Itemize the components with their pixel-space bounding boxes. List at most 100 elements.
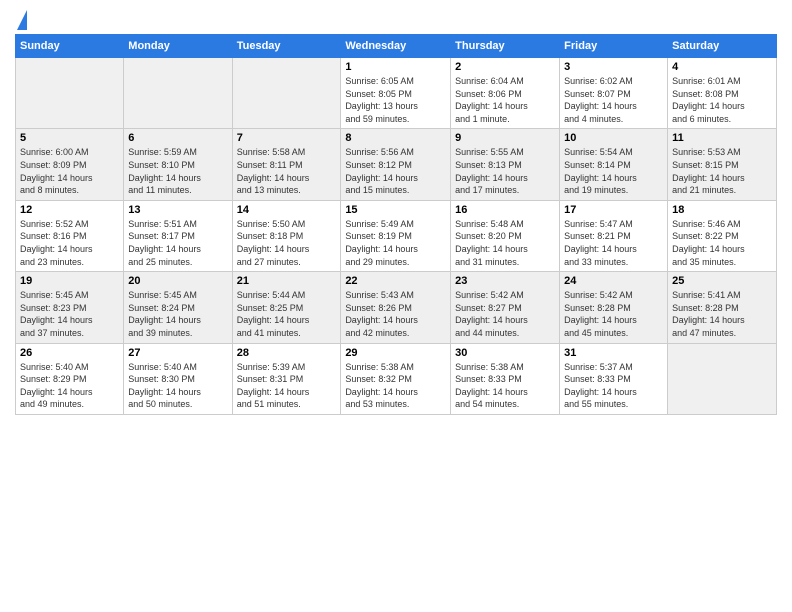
day-number: 18 xyxy=(672,204,772,216)
day-info: Sunrise: 5:38 AM Sunset: 8:33 PM Dayligh… xyxy=(455,361,555,411)
calendar-cell xyxy=(232,58,341,129)
calendar-cell: 4Sunrise: 6:01 AM Sunset: 8:08 PM Daylig… xyxy=(668,58,777,129)
calendar-cell: 25 Sunrise: 5:41 AM Sunset: 8:28 PM Dayli… xyxy=(668,272,777,343)
day-info: Sunrise: 5:40 AM Sunset: 8:29 PM Dayligh… xyxy=(20,361,119,411)
day-number: 25 xyxy=(672,275,772,287)
calendar-cell: 20 Sunrise: 5:45 AM Sunset: 8:24 PM Dayli… xyxy=(124,272,232,343)
calendar-cell: 26 Sunrise: 5:40 AM Sunset: 8:29 PM Dayli… xyxy=(16,343,124,414)
day-number: 28 xyxy=(237,347,337,359)
col-thursday: Thursday xyxy=(451,35,560,58)
col-monday: Monday xyxy=(124,35,232,58)
day-number: 4 xyxy=(672,61,772,73)
day-number: 12 xyxy=(20,204,119,216)
day-info: Sunrise: 5:59 AM Sunset: 8:10 PM Dayligh… xyxy=(128,146,227,196)
calendar-cell: 6 Sunrise: 5:59 AM Sunset: 8:10 PM Daylig… xyxy=(124,129,232,200)
day-info: Sunrise: 5:47 AM Sunset: 8:21 PM Dayligh… xyxy=(564,218,663,268)
calendar-cell: 3Sunrise: 6:02 AM Sunset: 8:07 PM Daylig… xyxy=(560,58,668,129)
day-number: 17 xyxy=(564,204,663,216)
calendar-cell: 1 Sunrise: 6:05 AM Sunset: 8:05 PM Daylig… xyxy=(341,58,451,129)
calendar-cell xyxy=(668,343,777,414)
day-info: Sunrise: 5:42 AM Sunset: 8:27 PM Dayligh… xyxy=(455,289,555,339)
day-number: 2 xyxy=(455,61,555,73)
calendar-cell: 22Sunrise: 5:43 AM Sunset: 8:26 PM Dayli… xyxy=(341,272,451,343)
day-info: Sunrise: 5:38 AM Sunset: 8:32 PM Dayligh… xyxy=(345,361,446,411)
calendar-cell: 19 Sunrise: 5:45 AM Sunset: 8:23 PM Dayli… xyxy=(16,272,124,343)
day-number: 24 xyxy=(564,275,663,287)
day-number: 1 xyxy=(345,61,446,73)
logo xyxy=(15,10,27,26)
day-number: 31 xyxy=(564,347,663,359)
day-number: 15 xyxy=(345,204,446,216)
calendar-cell: 13 Sunrise: 5:51 AM Sunset: 8:17 PM Dayli… xyxy=(124,200,232,271)
day-number: 19 xyxy=(20,275,119,287)
day-info: Sunrise: 5:55 AM Sunset: 8:13 PM Dayligh… xyxy=(455,146,555,196)
day-number: 8 xyxy=(345,132,446,144)
calendar-cell: 9 Sunrise: 5:55 AM Sunset: 8:13 PM Daylig… xyxy=(451,129,560,200)
calendar-header-row: Sunday Monday Tuesday Wednesday Thursday… xyxy=(16,35,777,58)
day-info: Sunrise: 5:42 AM Sunset: 8:28 PM Dayligh… xyxy=(564,289,663,339)
day-number: 9 xyxy=(455,132,555,144)
day-number: 14 xyxy=(237,204,337,216)
col-friday: Friday xyxy=(560,35,668,58)
calendar-cell xyxy=(16,58,124,129)
day-number: 21 xyxy=(237,275,337,287)
day-info: Sunrise: 5:39 AM Sunset: 8:31 PM Dayligh… xyxy=(237,361,337,411)
day-number: 27 xyxy=(128,347,227,359)
day-info: Sunrise: 6:05 AM Sunset: 8:05 PM Dayligh… xyxy=(345,75,446,125)
day-info: Sunrise: 5:45 AM Sunset: 8:23 PM Dayligh… xyxy=(20,289,119,339)
calendar-cell: 21Sunrise: 5:44 AM Sunset: 8:25 PM Dayli… xyxy=(232,272,341,343)
page-container: Sunday Monday Tuesday Wednesday Thursday… xyxy=(0,0,792,425)
calendar-cell: 12Sunrise: 5:52 AM Sunset: 8:16 PM Dayli… xyxy=(16,200,124,271)
calendar-cell: 10 Sunrise: 5:54 AM Sunset: 8:14 PM Dayli… xyxy=(560,129,668,200)
day-number: 20 xyxy=(128,275,227,287)
calendar-week-2: 5 Sunrise: 6:00 AM Sunset: 8:09 PM Daylig… xyxy=(16,129,777,200)
calendar-cell: 31 Sunrise: 5:37 AM Sunset: 8:33 PM Dayli… xyxy=(560,343,668,414)
day-info: Sunrise: 6:00 AM Sunset: 8:09 PM Dayligh… xyxy=(20,146,119,196)
day-info: Sunrise: 5:49 AM Sunset: 8:19 PM Dayligh… xyxy=(345,218,446,268)
day-number: 30 xyxy=(455,347,555,359)
calendar-cell: 17 Sunrise: 5:47 AM Sunset: 8:21 PM Dayli… xyxy=(560,200,668,271)
day-info: Sunrise: 6:02 AM Sunset: 8:07 PM Dayligh… xyxy=(564,75,663,125)
calendar-week-3: 12Sunrise: 5:52 AM Sunset: 8:16 PM Dayli… xyxy=(16,200,777,271)
logo-triangle-icon xyxy=(17,10,27,30)
day-number: 7 xyxy=(237,132,337,144)
day-info: Sunrise: 5:46 AM Sunset: 8:22 PM Dayligh… xyxy=(672,218,772,268)
calendar-cell: 27 Sunrise: 5:40 AM Sunset: 8:30 PM Dayli… xyxy=(124,343,232,414)
calendar-week-4: 19 Sunrise: 5:45 AM Sunset: 8:23 PM Dayli… xyxy=(16,272,777,343)
day-number: 13 xyxy=(128,204,227,216)
day-info: Sunrise: 6:04 AM Sunset: 8:06 PM Dayligh… xyxy=(455,75,555,125)
day-info: Sunrise: 5:41 AM Sunset: 8:28 PM Dayligh… xyxy=(672,289,772,339)
col-tuesday: Tuesday xyxy=(232,35,341,58)
calendar-week-1: 1 Sunrise: 6:05 AM Sunset: 8:05 PM Daylig… xyxy=(16,58,777,129)
day-info: Sunrise: 5:45 AM Sunset: 8:24 PM Dayligh… xyxy=(128,289,227,339)
day-info: Sunrise: 5:56 AM Sunset: 8:12 PM Dayligh… xyxy=(345,146,446,196)
calendar-table: Sunday Monday Tuesday Wednesday Thursday… xyxy=(15,34,777,415)
day-number: 5 xyxy=(20,132,119,144)
day-info: Sunrise: 5:50 AM Sunset: 8:18 PM Dayligh… xyxy=(237,218,337,268)
day-info: Sunrise: 5:40 AM Sunset: 8:30 PM Dayligh… xyxy=(128,361,227,411)
day-number: 16 xyxy=(455,204,555,216)
calendar-cell xyxy=(124,58,232,129)
day-number: 29 xyxy=(345,347,446,359)
calendar-cell: 28 Sunrise: 5:39 AM Sunset: 8:31 PM Dayli… xyxy=(232,343,341,414)
day-number: 26 xyxy=(20,347,119,359)
calendar-cell: 18 Sunrise: 5:46 AM Sunset: 8:22 PM Dayli… xyxy=(668,200,777,271)
day-info: Sunrise: 5:37 AM Sunset: 8:33 PM Dayligh… xyxy=(564,361,663,411)
col-wednesday: Wednesday xyxy=(341,35,451,58)
header xyxy=(15,10,777,26)
day-number: 6 xyxy=(128,132,227,144)
day-number: 23 xyxy=(455,275,555,287)
calendar-cell: 8 Sunrise: 5:56 AM Sunset: 8:12 PM Daylig… xyxy=(341,129,451,200)
calendar-cell: 15 Sunrise: 5:49 AM Sunset: 8:19 PM Dayli… xyxy=(341,200,451,271)
day-number: 11 xyxy=(672,132,772,144)
col-saturday: Saturday xyxy=(668,35,777,58)
day-info: Sunrise: 5:51 AM Sunset: 8:17 PM Dayligh… xyxy=(128,218,227,268)
calendar-cell: 23 Sunrise: 5:42 AM Sunset: 8:27 PM Dayli… xyxy=(451,272,560,343)
day-number: 10 xyxy=(564,132,663,144)
calendar-cell: 24 Sunrise: 5:42 AM Sunset: 8:28 PM Dayli… xyxy=(560,272,668,343)
day-info: Sunrise: 5:58 AM Sunset: 8:11 PM Dayligh… xyxy=(237,146,337,196)
day-info: Sunrise: 5:53 AM Sunset: 8:15 PM Dayligh… xyxy=(672,146,772,196)
day-info: Sunrise: 5:54 AM Sunset: 8:14 PM Dayligh… xyxy=(564,146,663,196)
calendar-cell: 11 Sunrise: 5:53 AM Sunset: 8:15 PM Dayli… xyxy=(668,129,777,200)
day-info: Sunrise: 5:43 AM Sunset: 8:26 PM Dayligh… xyxy=(345,289,446,339)
